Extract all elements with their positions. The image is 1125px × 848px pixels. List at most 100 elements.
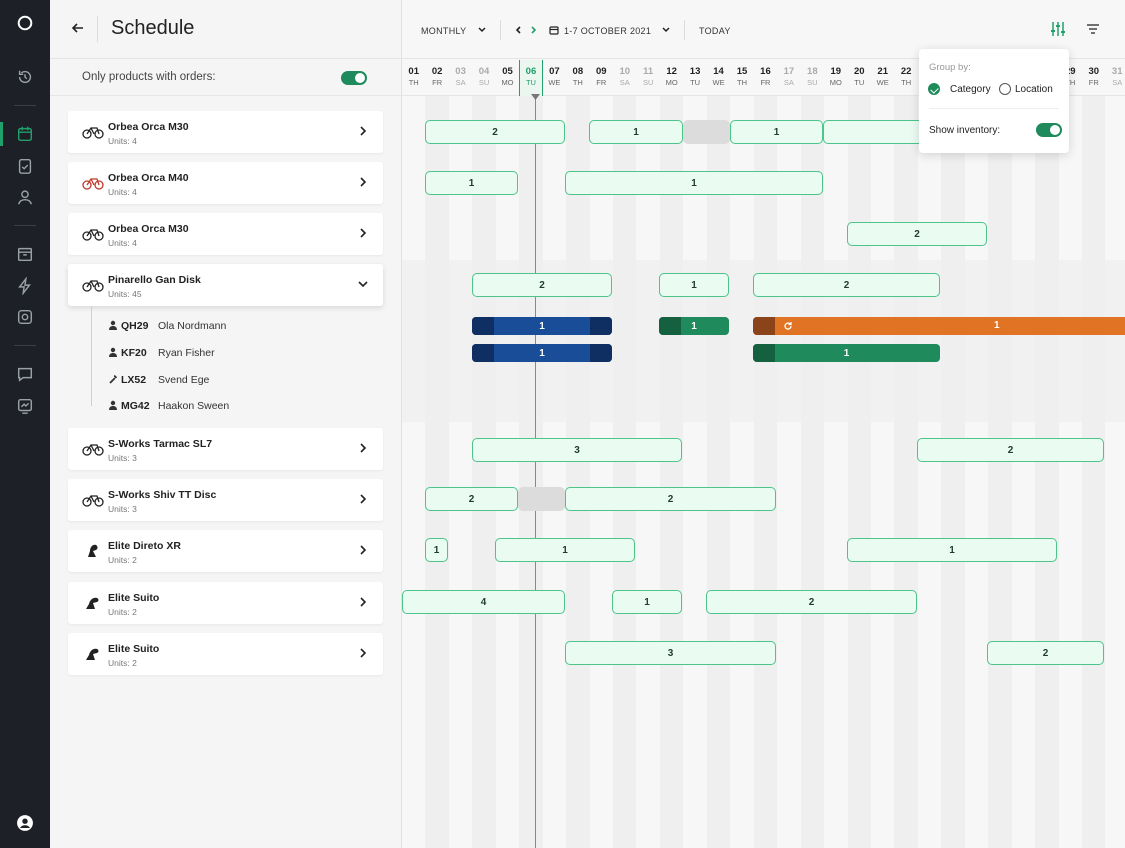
bike-icon xyxy=(82,444,104,456)
booking-bar[interactable]: 1 xyxy=(589,120,683,144)
booking-bar[interactable] xyxy=(823,120,933,144)
page-title: Schedule xyxy=(111,17,195,39)
radio-unchecked-icon[interactable] xyxy=(999,83,1011,95)
back-arrow-icon[interactable] xyxy=(70,20,86,36)
chevron-down-icon[interactable] xyxy=(661,25,671,35)
date-range[interactable]: 1-7 OCTOBER 2021 xyxy=(564,26,651,36)
booking-bar[interactable]: 1 xyxy=(565,171,823,195)
unit-code: QH29 xyxy=(121,320,149,332)
day-number: 20 xyxy=(853,66,865,77)
user-icon[interactable] xyxy=(15,187,35,207)
booking-bar[interactable]: 1 xyxy=(730,120,823,144)
product-name: Elite Suito xyxy=(108,592,160,604)
day-stripe xyxy=(753,96,778,848)
day-column-header: 06 TU xyxy=(519,60,543,96)
calendar-icon[interactable] xyxy=(15,124,35,144)
day-column-header: 30 FR xyxy=(1082,60,1105,96)
product-card-expanded[interactable]: Pinarello Gan Disk Units: 45 xyxy=(68,264,383,306)
chevron-right-icon[interactable] xyxy=(357,227,369,239)
unit-booking-bar[interactable]: 1 xyxy=(472,344,612,362)
chevron-right-icon[interactable] xyxy=(357,176,369,188)
location-option[interactable]: Location xyxy=(999,83,1053,95)
booking-bar[interactable]: 2 xyxy=(753,273,940,297)
bolt-icon[interactable] xyxy=(15,276,35,296)
unit-booking-bar[interactable]: 1 xyxy=(753,344,940,362)
product-card[interactable]: Orbea Orca M40 Units: 4 xyxy=(68,162,383,204)
day-stripe xyxy=(659,96,684,848)
day-stripe xyxy=(519,96,543,848)
booking-bar[interactable]: 2 xyxy=(472,273,612,297)
trainer-icon xyxy=(86,597,99,609)
booking-bar[interactable]: 2 xyxy=(917,438,1104,462)
unit-booking-bar[interactable]: 1 xyxy=(472,317,612,335)
booking-bar[interactable]: 1 xyxy=(847,538,1057,562)
instagram-icon[interactable] xyxy=(15,307,35,327)
booking-bar[interactable]: 1 xyxy=(659,273,729,297)
product-card[interactable]: Elite Direto XR Units: 2 xyxy=(68,530,383,572)
orders-filter-toggle[interactable] xyxy=(341,71,367,85)
booking-bar[interactable]: 1 xyxy=(612,590,682,614)
booking-bar[interactable]: 2 xyxy=(706,590,917,614)
day-stripe xyxy=(425,96,449,848)
product-name: Elite Direto XR xyxy=(108,540,181,552)
booking-bar[interactable]: 1 xyxy=(495,538,635,562)
filter-icon[interactable] xyxy=(1085,21,1101,37)
sidebar xyxy=(0,0,50,848)
day-weekday: MO xyxy=(665,78,678,87)
chevron-down-icon[interactable] xyxy=(357,278,369,290)
sliders-icon[interactable] xyxy=(1050,21,1066,37)
day-column-header: 17 SA xyxy=(777,60,800,96)
person-icon xyxy=(109,347,117,357)
chat-icon[interactable] xyxy=(15,364,35,384)
chevron-down-icon[interactable] xyxy=(477,25,487,35)
history-icon[interactable] xyxy=(15,67,35,87)
day-weekday: FR xyxy=(760,78,771,87)
profile-icon[interactable] xyxy=(15,813,35,833)
booking-bar[interactable]: 2 xyxy=(847,222,987,246)
view-select[interactable]: MONTHLY xyxy=(421,26,466,36)
radio-checked-icon[interactable] xyxy=(928,83,940,95)
booking-bar[interactable]: 2 xyxy=(565,487,776,511)
page-header: Schedule xyxy=(50,0,402,59)
prev-icon[interactable] xyxy=(514,25,524,35)
booking-bar[interactable]: 1 xyxy=(425,171,518,195)
booking-bar[interactable]: 2 xyxy=(425,487,518,511)
chart-icon[interactable] xyxy=(15,396,35,416)
next-icon[interactable] xyxy=(528,25,538,35)
day-weekday: SA xyxy=(1112,78,1123,87)
booking-bar[interactable]: 1 xyxy=(425,538,448,562)
category-option[interactable]: Category xyxy=(928,83,991,95)
chevron-right-icon[interactable] xyxy=(357,596,369,608)
logo-icon[interactable] xyxy=(15,13,35,33)
day-number: 04 xyxy=(478,66,490,77)
chevron-right-icon[interactable] xyxy=(357,125,369,137)
day-weekday: SU xyxy=(642,78,654,87)
product-card[interactable]: S-Works Shiv TT Disc Units: 3 xyxy=(68,479,383,521)
booking-bar[interactable]: 3 xyxy=(565,641,776,665)
chevron-right-icon[interactable] xyxy=(357,493,369,505)
product-card[interactable]: Orbea Orca M30 Units: 4 xyxy=(68,213,383,255)
gap-bar xyxy=(518,487,565,511)
product-card[interactable]: Elite Suito Units: 2 xyxy=(68,582,383,624)
unit-person: Haakon Sween xyxy=(158,400,230,412)
chevron-right-icon[interactable] xyxy=(357,544,369,556)
today-button[interactable]: TODAY xyxy=(699,26,731,36)
booking-bar[interactable]: 3 xyxy=(472,438,682,462)
product-card[interactable]: Elite Suito Units: 2 xyxy=(68,633,383,675)
chevron-right-icon[interactable] xyxy=(357,442,369,454)
booking-bar[interactable]: 2 xyxy=(425,120,565,144)
unit-booking-bar[interactable]: 1 xyxy=(659,317,729,335)
day-weekday: FR xyxy=(432,78,443,87)
booking-bar[interactable]: 4 xyxy=(402,590,565,614)
day-number: 08 xyxy=(572,66,584,77)
product-card[interactable]: S-Works Tarmac SL7 Units: 3 xyxy=(68,428,383,470)
booking-bar[interactable]: 2 xyxy=(987,641,1104,665)
chevron-right-icon[interactable] xyxy=(357,647,369,659)
bike-icon xyxy=(82,178,104,190)
show-inventory-toggle[interactable] xyxy=(1036,123,1062,137)
maintenance-bar[interactable]: 1 xyxy=(753,317,1125,335)
unit-code: LX52 xyxy=(121,374,147,386)
archive-icon[interactable] xyxy=(15,244,35,264)
check-clipboard-icon[interactable] xyxy=(15,156,35,176)
product-card[interactable]: Orbea Orca M30 Units: 4 xyxy=(68,111,383,153)
